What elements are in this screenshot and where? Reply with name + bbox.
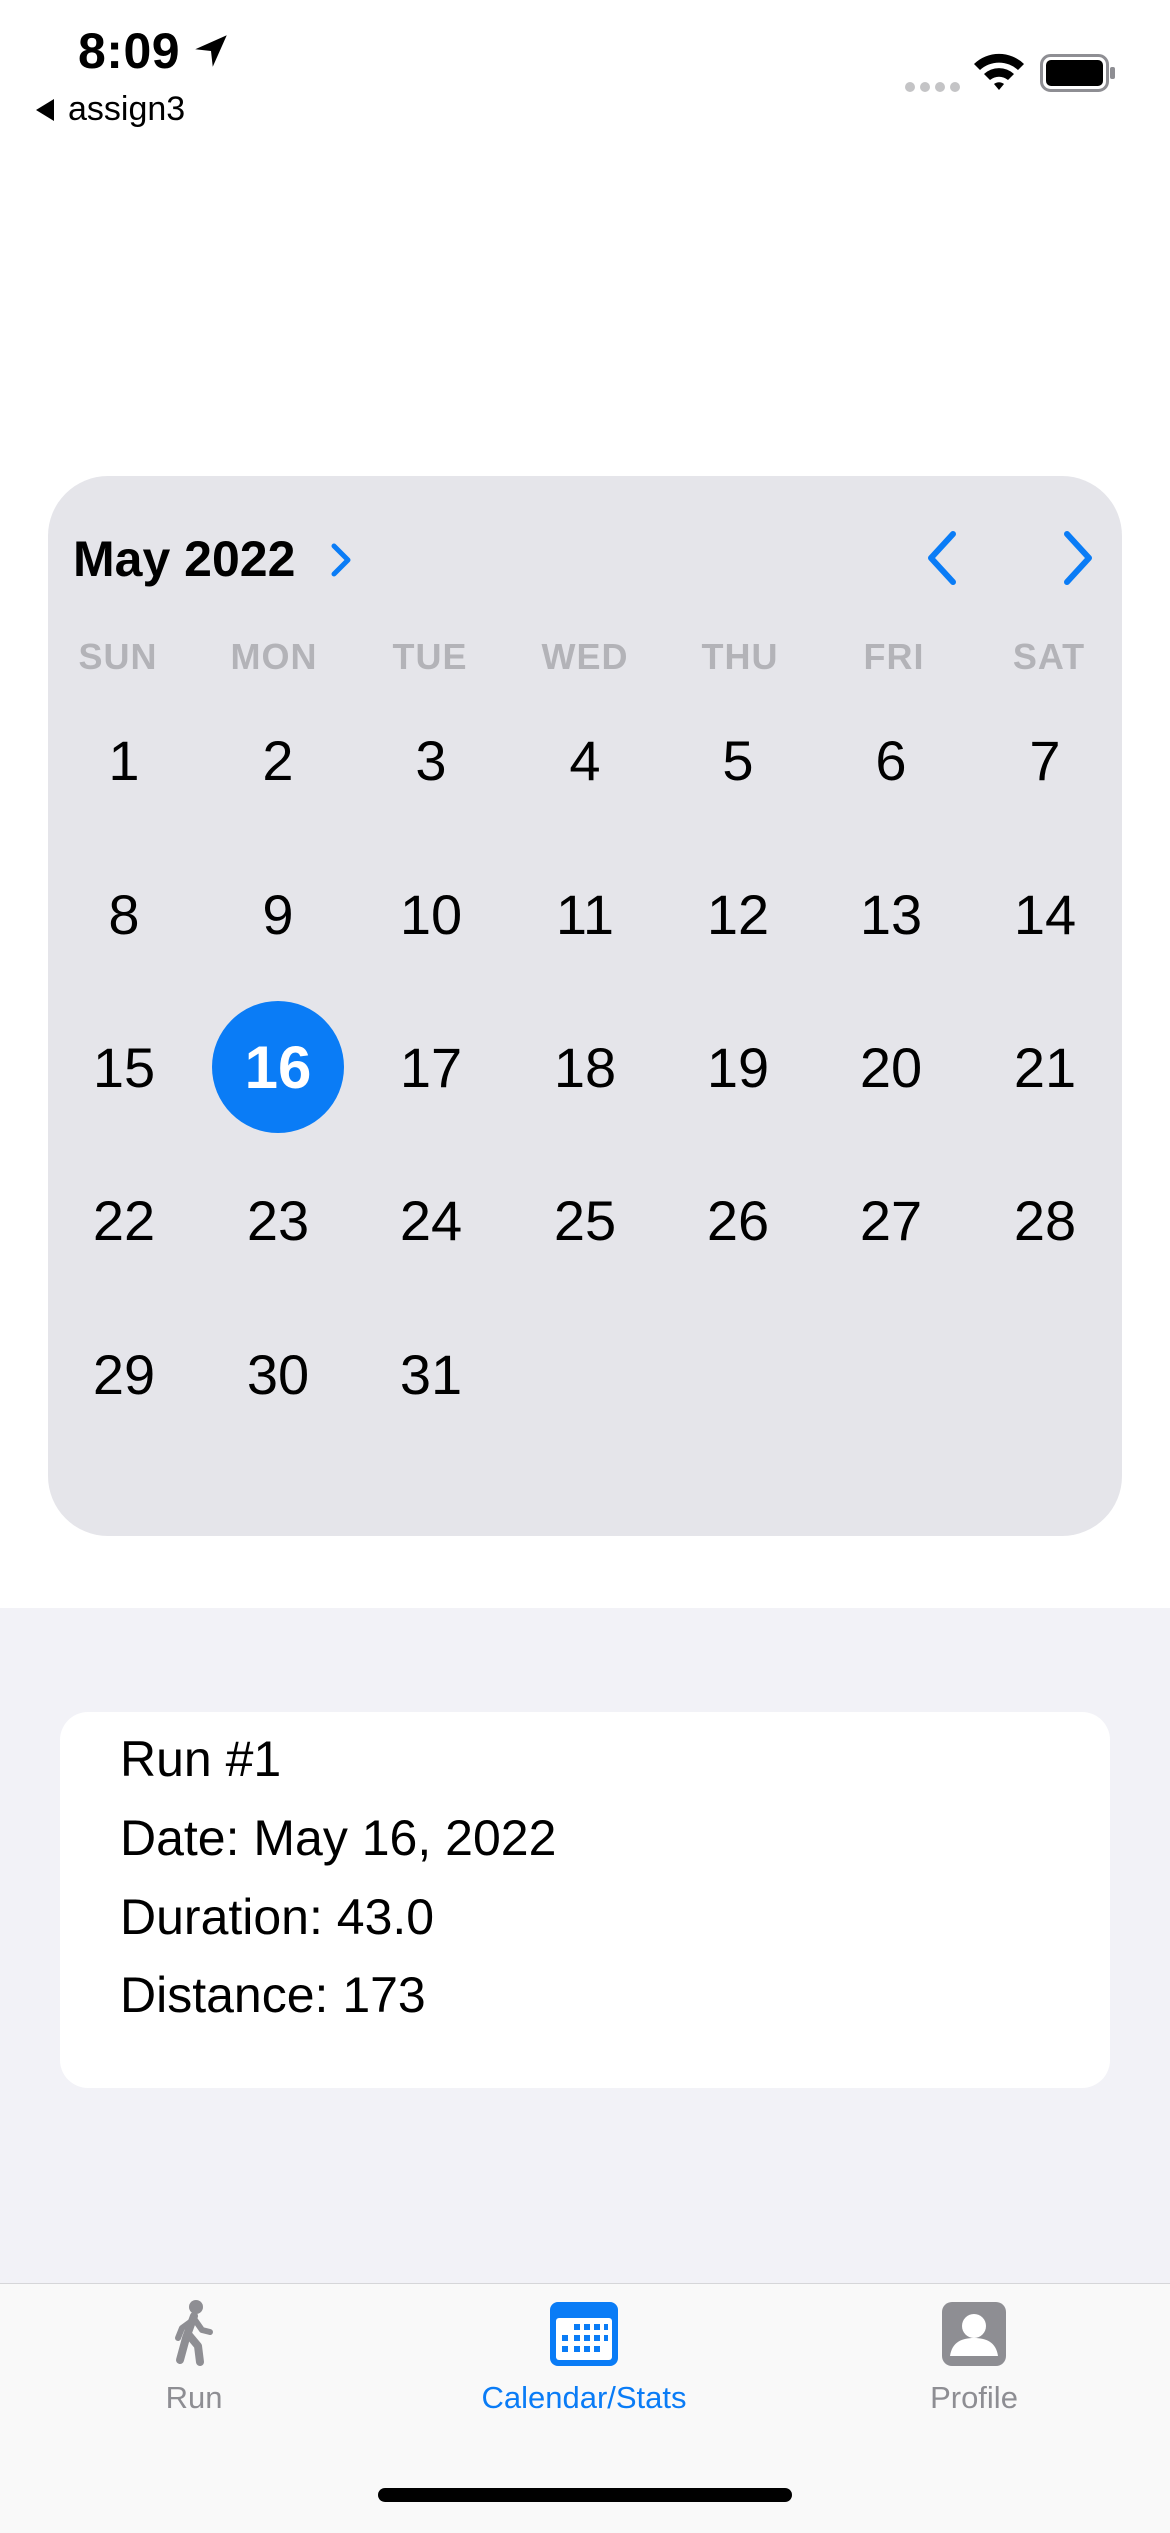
calendar-day[interactable]: 23	[212, 1154, 344, 1286]
calendar-day[interactable]: 10	[365, 848, 497, 980]
calendar-day[interactable]: 1	[58, 694, 190, 826]
calendar-day[interactable]: 18	[519, 1001, 651, 1133]
month-picker-chevron-icon[interactable]	[326, 538, 356, 582]
tab-profile-label: Profile	[930, 2380, 1018, 2415]
calendar-day[interactable]: 19	[672, 1001, 804, 1133]
weekday-wed: WED	[541, 636, 629, 677]
calendar-day[interactable]: 24	[365, 1154, 497, 1286]
calendar-day[interactable]: 2	[212, 694, 344, 826]
tab-profile[interactable]: Profile	[794, 2290, 1154, 2440]
run-distance: Distance: 173	[120, 1967, 426, 2023]
calendar-day[interactable]: 9	[212, 848, 344, 980]
calendar-day[interactable]: 4	[519, 694, 651, 826]
tab-run-label: Run	[165, 2380, 223, 2415]
battery-icon	[1040, 54, 1115, 92]
calendar-day[interactable]: 28	[979, 1154, 1111, 1286]
calendar-day[interactable]: 6	[825, 694, 957, 826]
weekday-mon: MON	[230, 636, 318, 677]
status-time: 8:09	[78, 23, 181, 79]
calendar-day[interactable]: 25	[519, 1154, 651, 1286]
calendar-day[interactable]: 3	[365, 694, 497, 826]
calendar-day[interactable]: 30	[212, 1308, 344, 1440]
person-icon	[942, 2302, 1006, 2366]
calendar-day[interactable]: 12	[672, 848, 804, 980]
chevron-right-icon	[1064, 531, 1092, 585]
calendar-day-selected[interactable]: 16	[212, 1001, 344, 1133]
calendar-day[interactable]: 7	[979, 694, 1111, 826]
previous-month-button[interactable]	[918, 528, 968, 588]
calendar-day[interactable]: 17	[365, 1001, 497, 1133]
calendar-day[interactable]: 22	[58, 1154, 190, 1286]
walking-figure-icon	[175, 2300, 213, 2366]
weekday-tue: TUE	[392, 636, 468, 677]
calendar-day[interactable]: 15	[58, 1001, 190, 1133]
calendar-day[interactable]: 26	[672, 1154, 804, 1286]
calendar-day[interactable]: 29	[58, 1308, 190, 1440]
weekday-fri: FRI	[863, 636, 925, 677]
tab-run[interactable]: Run	[14, 2290, 374, 2440]
calendar-day[interactable]: 14	[979, 848, 1111, 980]
calendar-day[interactable]: 31	[365, 1308, 497, 1440]
calendar-day[interactable]: 5	[672, 694, 804, 826]
back-to-app-button[interactable]: assign3	[36, 90, 185, 129]
weekday-thu: THU	[701, 636, 779, 677]
wifi-icon	[974, 53, 1024, 90]
calendar-day[interactable]: 11	[519, 848, 651, 980]
run-duration: Duration: 43.0	[120, 1889, 435, 1945]
run-title: Run #1	[120, 1731, 282, 1787]
next-month-button[interactable]	[1052, 528, 1102, 588]
weekday-sat: SAT	[1012, 636, 1086, 677]
calendar-day[interactable]: 21	[979, 1001, 1111, 1133]
tab-calendar-stats-label: Calendar/Stats	[481, 2380, 687, 2415]
calendar-day[interactable]: 20	[825, 1001, 957, 1133]
month-year-title[interactable]: May 2022	[73, 530, 295, 588]
tab-calendar-stats[interactable]: Calendar/Stats	[404, 2290, 764, 2440]
back-triangle-icon	[36, 98, 54, 121]
calendar-day[interactable]: 13	[825, 848, 957, 980]
cellular-signal-icon	[905, 82, 960, 92]
calendar-icon	[550, 2302, 618, 2366]
run-date: Date: May 16, 2022	[120, 1810, 557, 1866]
chevron-left-icon	[928, 531, 956, 585]
location-arrow-icon	[195, 35, 227, 67]
weekday-sun: SUN	[78, 636, 158, 677]
calendar-day[interactable]: 27	[825, 1154, 957, 1286]
calendar-day[interactable]: 8	[58, 848, 190, 980]
home-indicator[interactable]	[378, 2488, 792, 2502]
back-app-label: assign3	[68, 90, 186, 128]
